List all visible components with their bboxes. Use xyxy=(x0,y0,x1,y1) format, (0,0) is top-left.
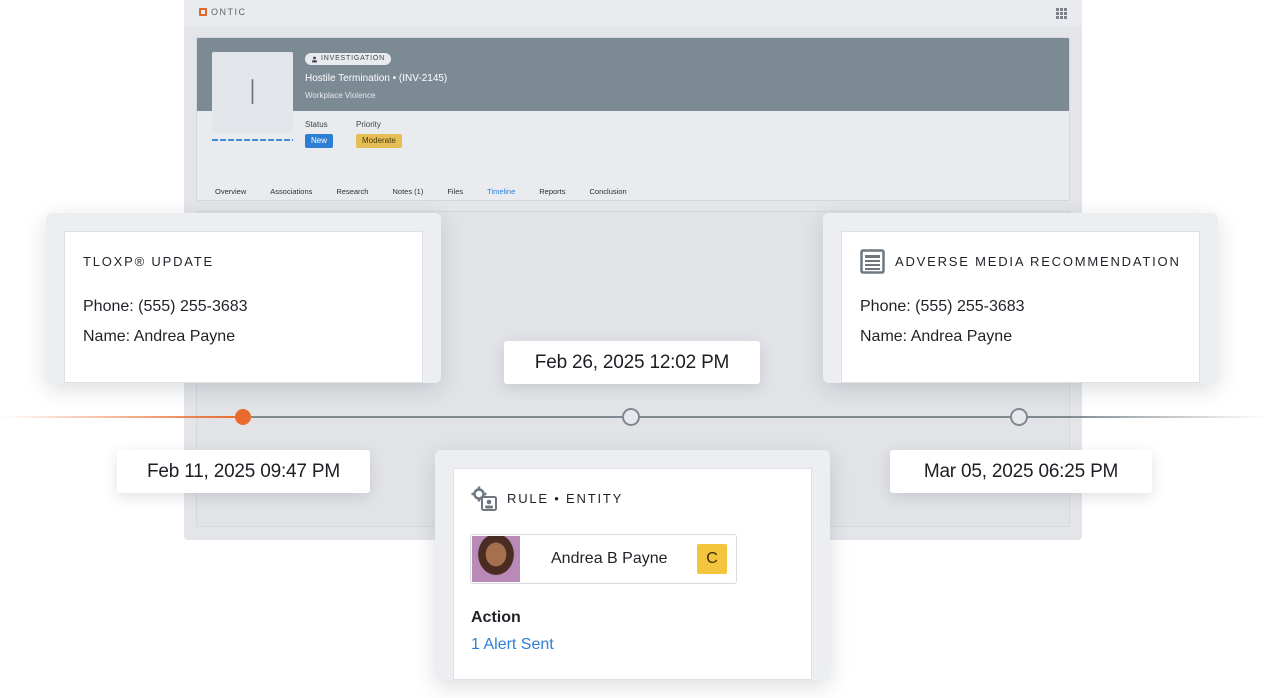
app-topbar: ONTIC xyxy=(184,0,1082,26)
case-title: Hostile Termination • (INV-2145) xyxy=(305,73,448,84)
tab-reports[interactable]: Reports xyxy=(527,186,577,200)
timeline-marker[interactable] xyxy=(622,408,640,426)
status-badge[interactable]: New xyxy=(305,134,334,148)
case-subtitle: Workplace Violence xyxy=(305,91,376,100)
priority-label: Priority xyxy=(356,120,381,129)
case-tabs: Overview Associations Research Notes (1)… xyxy=(203,186,639,200)
entity-row[interactable]: Andrea B Payne C xyxy=(470,534,737,584)
event-title: RULE • ENTITY xyxy=(471,486,623,511)
priority-badge[interactable]: Moderate xyxy=(356,134,402,148)
entity-avatar xyxy=(472,536,520,582)
entity-classification-badge: C xyxy=(697,544,727,574)
tab-timeline[interactable]: Timeline xyxy=(475,186,527,200)
timeline-date: Feb 11, 2025 09:47 PM xyxy=(117,450,370,493)
rule-entity-icon xyxy=(471,486,497,511)
tab-research[interactable]: Research xyxy=(324,186,380,200)
action-alert-link[interactable]: 1 Alert Sent xyxy=(471,636,554,654)
timeline-date: Mar 05, 2025 06:25 PM xyxy=(890,450,1152,493)
event-name: Name: Andrea Payne xyxy=(860,328,1013,345)
event-title: TLOXP® UPDATE xyxy=(83,254,214,269)
event-title-text: RULE • ENTITY xyxy=(507,491,624,506)
case-summary-card: I INVESTIGATION Hostile Termination • (I… xyxy=(196,37,1070,201)
action-label: Action xyxy=(471,609,521,626)
tab-overview[interactable]: Overview xyxy=(203,186,258,200)
case-avatar: I xyxy=(212,52,293,133)
tab-associations[interactable]: Associations xyxy=(258,186,324,200)
ontic-logo-icon xyxy=(199,8,207,16)
case-progress-bar xyxy=(212,139,293,141)
case-type-badge: INVESTIGATION xyxy=(305,53,391,65)
timeline-date: Feb 26, 2025 12:02 PM xyxy=(504,341,760,384)
event-phone: Phone: (555) 255-3683 xyxy=(83,298,248,315)
tab-conclusion[interactable]: Conclusion xyxy=(578,186,639,200)
tab-files[interactable]: Files xyxy=(435,186,475,200)
person-icon xyxy=(312,56,317,62)
case-avatar-letter: I xyxy=(247,72,258,113)
event-name: Name: Andrea Payne xyxy=(83,328,236,345)
event-phone: Phone: (555) 255-3683 xyxy=(860,298,1025,315)
app-grid-icon[interactable] xyxy=(1056,8,1067,19)
timeline-track-future xyxy=(243,416,1266,418)
news-article-icon xyxy=(860,249,885,274)
status-label: Status xyxy=(305,120,328,129)
event-title-text: ADVERSE MEDIA RECOMMENDATION xyxy=(895,254,1181,269)
event-title-text: TLOXP® UPDATE xyxy=(83,254,214,269)
event-title: ADVERSE MEDIA RECOMMENDATION xyxy=(860,249,1181,274)
entity-name: Andrea B Payne xyxy=(551,550,668,567)
timeline-marker[interactable] xyxy=(1010,408,1028,426)
brand-name: ONTIC xyxy=(211,7,247,17)
case-type-label: INVESTIGATION xyxy=(321,55,385,62)
brand[interactable]: ONTIC xyxy=(199,7,247,17)
timeline-track-past xyxy=(0,416,243,418)
timeline-marker-active[interactable] xyxy=(235,409,251,425)
tab-notes[interactable]: Notes (1) xyxy=(380,186,435,200)
